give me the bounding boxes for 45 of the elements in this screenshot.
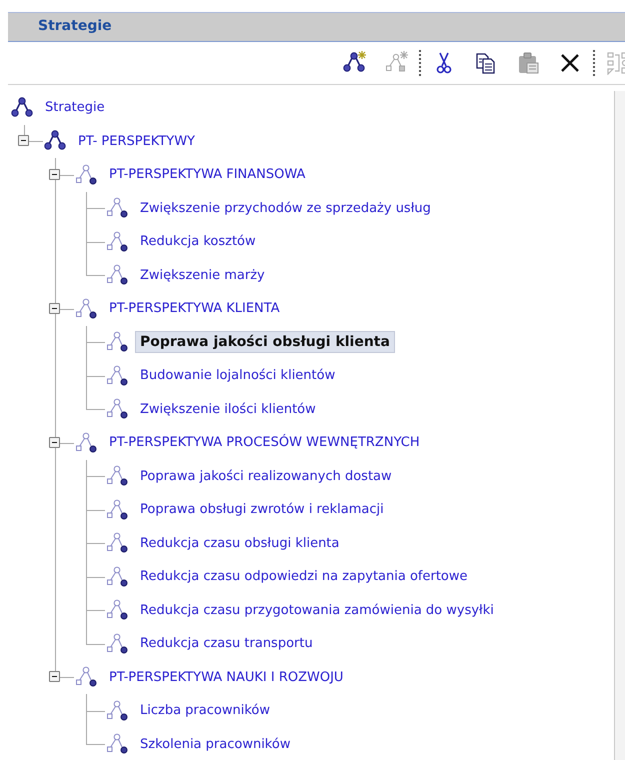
tree-item[interactable]: Liczba pracowników — [135, 700, 275, 722]
tree-item[interactable]: Szkolenia pracowników — [135, 734, 296, 755]
node-icon — [105, 196, 129, 220]
node-icon — [105, 397, 129, 422]
node-icon — [105, 498, 129, 522]
tree-item[interactable]: Poprawa jakości obsługi klienta — [135, 331, 395, 354]
node-icon — [105, 230, 129, 254]
tree-item[interactable]: PT-PERSPEKTYWA NAUKI I ROZWOJU — [104, 666, 348, 688]
collapse-toggle[interactable] — [18, 135, 29, 146]
tree-item[interactable]: Zwiększenie marży — [135, 264, 270, 286]
node-icon — [105, 330, 129, 354]
tree-item[interactable]: Poprawa obsługi zwrotów i reklamacji — [135, 499, 389, 520]
node-icon — [105, 464, 129, 488]
tree-item[interactable]: PT-PERSPEKTYWA FINANSOWA — [104, 164, 310, 186]
node-icon — [74, 665, 98, 690]
collapse-toggle[interactable] — [49, 302, 60, 314]
node-icon — [74, 430, 98, 455]
tree-item[interactable]: Zwiększenie ilości klientów — [135, 398, 321, 420]
tree-item[interactable]: PT-PERSPEKTYWA KLIENTA — [104, 298, 285, 320]
collapse-toggle[interactable] — [49, 436, 60, 448]
scrollbar[interactable] — [614, 91, 625, 760]
tree-item[interactable]: Zwiększenie przychodów ze sprzedaży usług — [135, 198, 436, 219]
panel-title: Strategie — [38, 18, 112, 34]
collapse-toggle[interactable] — [49, 671, 60, 682]
node-icon — [74, 296, 98, 321]
tree-item[interactable]: Redukcja kosztów — [135, 231, 261, 252]
tree-item[interactable]: Budowanie lojalności klientów — [135, 365, 340, 386]
tree-item[interactable]: Redukcja czasu transportu — [135, 633, 318, 654]
collapse-toggle[interactable] — [49, 168, 60, 180]
node-icon — [105, 698, 129, 723]
node-icon — [105, 598, 129, 622]
node-icon — [74, 162, 98, 187]
node-icon — [105, 263, 129, 288]
node-icon — [105, 364, 129, 388]
node-icon — [105, 531, 129, 556]
node-icon — [105, 632, 129, 656]
tree-item[interactable]: Poprawa jakości realizowanych dostaw — [135, 466, 397, 487]
tree-item[interactable]: Redukcja czasu odpowiedzi na zapytania ofertowe — [135, 566, 473, 588]
tree-item[interactable]: PT-PERSPEKTYWA PROCESÓW WEWNĘTRZNYCH — [104, 432, 425, 454]
tree-item[interactable]: Redukcja czasu przygotowania zamówienia do wysyłki — [135, 600, 499, 621]
tree-item[interactable]: Redukcja czasu obsługi klienta — [135, 532, 344, 554]
node-icon — [105, 564, 129, 589]
node-icon — [105, 732, 129, 756]
tree-item[interactable]: PT- PERSPEKTYWY — [73, 130, 200, 152]
tree-item[interactable]: Strategie — [40, 97, 110, 118]
